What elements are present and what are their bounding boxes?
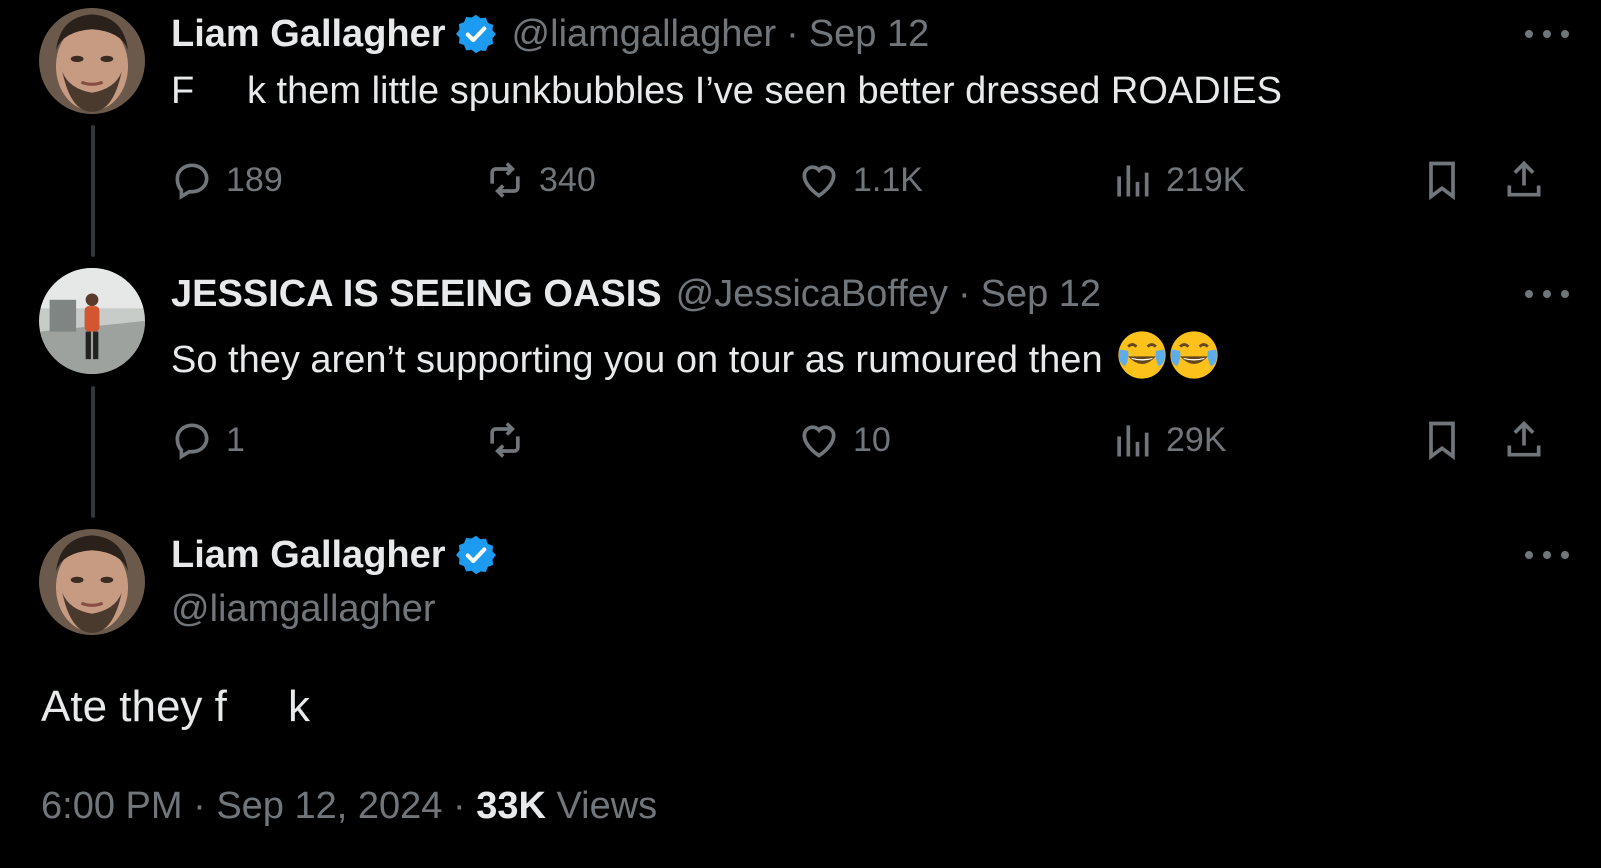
tweet-text: Ate they f k (41, 682, 311, 731)
reply-count: 189 (226, 160, 283, 199)
verified-badge-icon (454, 12, 498, 56)
views-label: Views (556, 785, 658, 827)
tweet2-header: JESSICA IS SEEING OASIS @JessicaBoffey ·… (171, 272, 1101, 316)
like-icon (797, 158, 841, 202)
like-icon (797, 418, 841, 462)
tweet-text: So they aren’t supporting you on tour as… (171, 339, 1103, 381)
more-options-icon[interactable] (1525, 24, 1569, 44)
like-count: 10 (853, 420, 891, 459)
separator: · (957, 272, 971, 315)
reply-icon (170, 158, 214, 202)
more-options-icon[interactable] (1525, 284, 1569, 304)
like-button[interactable]: 10 (797, 415, 891, 465)
avatar[interactable] (39, 268, 145, 374)
views-icon (1110, 158, 1154, 202)
repost-button[interactable]: 340 (483, 155, 596, 205)
reply-button[interactable]: 1 (170, 415, 245, 465)
views-count: 29K (1166, 420, 1227, 459)
verified-badge-icon (454, 533, 498, 577)
avatar-liam-icon (39, 8, 145, 114)
views-count: 33K (476, 785, 546, 827)
face-with-tears-of-joy-icon (1169, 330, 1219, 380)
tweet-meta: 6:00 PM · Sep 12, 2024 · 33K Views (41, 785, 657, 828)
like-button[interactable]: 1.1K (797, 155, 923, 205)
tweet2-actions: 1 10 29K (0, 415, 1601, 465)
reply-button[interactable]: 189 (170, 155, 283, 205)
repost-button[interactable] (483, 415, 539, 465)
repost-count: 340 (539, 160, 596, 199)
bookmark-button[interactable] (1420, 415, 1464, 465)
share-button[interactable] (1502, 415, 1546, 465)
author-handle[interactable]: @liamgallagher (512, 13, 777, 56)
tweet-text-container: So they aren’t supporting you on tour as… (171, 330, 1219, 382)
tweet-date[interactable]: Sep 12 (981, 273, 1101, 316)
share-button[interactable] (1502, 155, 1546, 205)
tweet-time[interactable]: 6:00 PM (41, 785, 183, 827)
bookmark-icon (1420, 418, 1464, 462)
avatar[interactable] (39, 8, 145, 114)
author-name[interactable]: Liam Gallagher (171, 13, 446, 56)
face-with-tears-of-joy-icon (1117, 330, 1167, 380)
like-count: 1.1K (853, 160, 923, 199)
bookmark-button[interactable] (1420, 155, 1464, 205)
separator: · (193, 785, 206, 827)
tweet-full-date[interactable]: Sep 12, 2024 (216, 785, 442, 827)
tweet1-actions: 189 340 1.1K 219K (0, 155, 1601, 205)
separator: · (452, 785, 466, 827)
views-count: 219K (1166, 160, 1246, 199)
tweet1-header: Liam Gallagher @liamgallagher · Sep 12 (171, 12, 929, 56)
more-options-icon[interactable] (1525, 545, 1569, 565)
author-handle[interactable]: @JessicaBoffey (676, 273, 948, 316)
repost-icon (483, 418, 527, 462)
views-icon (1110, 418, 1154, 462)
avatar[interactable] (39, 529, 145, 635)
reply-count: 1 (226, 420, 245, 459)
author-name[interactable]: Liam Gallagher (171, 534, 446, 577)
reply-icon (170, 418, 214, 462)
author-name[interactable]: JESSICA IS SEEING OASIS (171, 273, 662, 316)
bookmark-icon (1420, 158, 1464, 202)
tweet-text: F k them little spunkbubbles I’ve seen b… (171, 70, 1282, 112)
share-icon (1502, 418, 1546, 462)
avatar-liam-icon (39, 529, 145, 635)
tweet3-name-row: Liam Gallagher (171, 533, 498, 577)
avatar-jessica-icon (39, 268, 145, 374)
views-button[interactable]: 219K (1110, 155, 1245, 205)
tweet-date[interactable]: Sep 12 (809, 13, 929, 56)
share-icon (1502, 158, 1546, 202)
author-handle[interactable]: @liamgallagher (171, 588, 436, 631)
repost-icon (483, 158, 527, 202)
views-button[interactable]: 29K (1110, 415, 1227, 465)
separator: · (786, 12, 799, 55)
